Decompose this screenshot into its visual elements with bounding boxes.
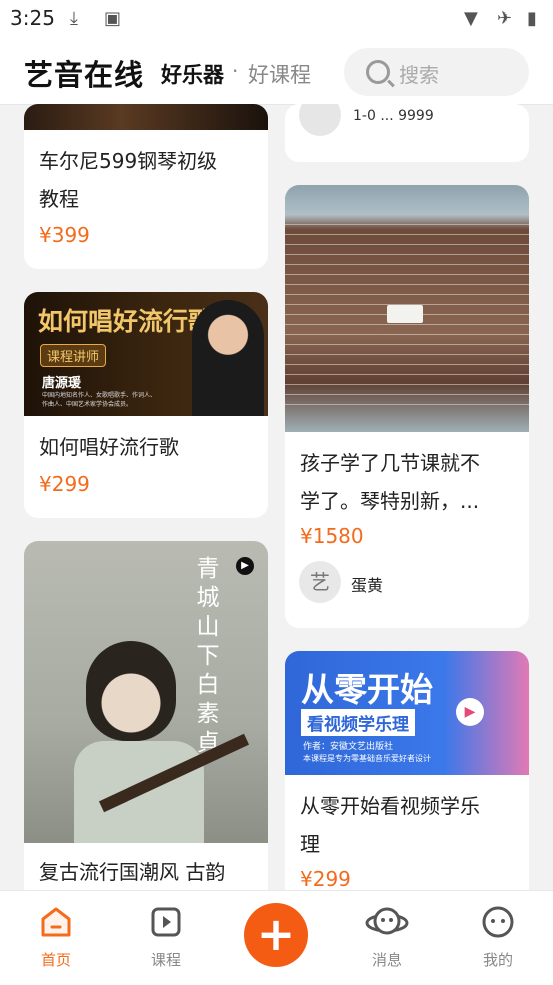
download-icon: ⤓ — [70, 8, 78, 29]
search-box[interactable]: 搜索 — [344, 48, 529, 96]
instructor-photo — [192, 300, 264, 416]
tab-courses[interactable]: 好课程 — [248, 59, 311, 89]
course-title: 从零开始看视频学乐理 — [300, 794, 480, 856]
course-card-music-theory[interactable]: 从零开始 看视频学乐理 ▶ 作者：安徽文艺出版社 本课程是专为零基础音乐爱好者设… — [285, 651, 529, 901]
wifi-icon: ▼ — [464, 8, 478, 29]
course-thumbnail-guzheng — [285, 185, 529, 432]
course-poster: 青城山下白素貞 ▶ — [24, 541, 268, 843]
add-button[interactable]: + — [244, 903, 308, 967]
nav-label: 课程 — [150, 951, 181, 969]
banner-author: 作者：安徽文艺出版社 — [303, 742, 394, 752]
profile-icon — [482, 906, 514, 938]
banner-description: 中国内地知名作人、女歌唱歌手、作词人、 作曲人、中国艺术家学协会成员。 — [42, 392, 157, 408]
nav-courses[interactable]: 课程 — [131, 905, 201, 970]
course-title: 车尔尼599钢琴初级 教程 — [39, 149, 218, 211]
course-price: ¥1580 — [300, 524, 364, 548]
course-price: ¥299 — [39, 472, 90, 496]
status-time: 3:25 — [10, 6, 55, 30]
course-price: ¥399 — [39, 223, 90, 247]
course-banner: 从零开始 看视频学乐理 ▶ 作者：安徽文艺出版社 本课程是专为零基础音乐爱好者设… — [285, 651, 529, 775]
banner-description: 本课程是专为零基础音乐爱好者设计 — [303, 754, 431, 763]
banner-name: 唐源瑗 — [42, 376, 82, 391]
message-icon — [365, 907, 409, 935]
battery-icon: ▮ — [527, 8, 537, 29]
banner-title: 从零开始 — [301, 670, 433, 709]
app-brand: 艺音在线 — [24, 58, 145, 92]
course-banner: 如何唱好流行歌 课程讲师 唐源瑗 中国内地知名作人、女歌唱歌手、作词人、 作曲人、… — [24, 292, 268, 416]
nav-messages[interactable]: 消息 — [352, 905, 422, 970]
course-card-partial[interactable]: 1-0 ... 9999 — [285, 104, 529, 162]
performer-figure — [86, 641, 176, 741]
nav-label: 首页 — [40, 951, 71, 969]
nav-home[interactable]: 首页 — [21, 905, 91, 970]
banner-subtitle: 看视频学乐理 — [301, 709, 415, 736]
course-card-piano[interactable]: 车尔尼599钢琴初级 教程 ¥399 — [24, 104, 268, 269]
notification-icon: ▣ — [104, 8, 122, 29]
poster-vertical-text: 青城山下白素貞 — [196, 556, 220, 756]
nav-label: 消息 — [371, 951, 402, 969]
video-play-icon: ▶ — [456, 698, 484, 726]
airplane-icon: ✈ — [497, 8, 513, 29]
search-icon — [366, 60, 390, 84]
course-price: ¥299 — [300, 867, 351, 891]
course-card-pop-singing[interactable]: 如何唱好流行歌 课程讲师 唐源瑗 中国内地知名作人、女歌唱歌手、作词人、 作曲人、… — [24, 292, 268, 518]
nav-label: 我的 — [482, 951, 513, 969]
banner-badge: 课程讲师 — [40, 344, 107, 367]
search-placeholder: 搜索 — [399, 63, 439, 87]
author-avatar: 艺 — [299, 561, 341, 603]
video-play-icon: ▶ — [236, 557, 254, 575]
course-thumbnail — [24, 104, 268, 130]
course-card-retro-pop[interactable]: 青城山下白素貞 ▶ 复古流行国潮风 古韵 — [24, 541, 268, 901]
bottom-navigation: 首页 课程 + 消息 我的 — [0, 890, 553, 985]
course-card-guzheng[interactable]: 孩子学了几节课就不 学了。琴特别新，... ¥1580 艺 蛋黄 — [285, 185, 529, 628]
course-title: 复古流行国潮风 古韵 — [39, 860, 226, 884]
banner-title: 如何唱好流行歌 — [38, 307, 214, 336]
status-bar: 3:25 ⤓ ▣ ▼ ✈ ▮ — [0, 0, 553, 38]
author-text-truncated: 1-0 ... 9999 — [353, 108, 434, 124]
course-title: 孩子学了几节课就不 学了。琴特别新，... — [300, 451, 480, 513]
home-icon — [41, 907, 71, 937]
author-name: 蛋黄 — [351, 576, 384, 595]
course-icon — [151, 907, 181, 937]
course-title: 如何唱好流行歌 — [39, 435, 179, 459]
nav-profile[interactable]: 我的 — [463, 905, 533, 970]
top-header: 艺音在线 好乐器 · 好课程 搜索 — [0, 38, 553, 105]
guzheng-label — [387, 305, 423, 323]
tab-separator: · — [232, 59, 239, 83]
tab-instruments[interactable]: 好乐器 — [161, 59, 224, 89]
author-avatar — [299, 104, 341, 136]
